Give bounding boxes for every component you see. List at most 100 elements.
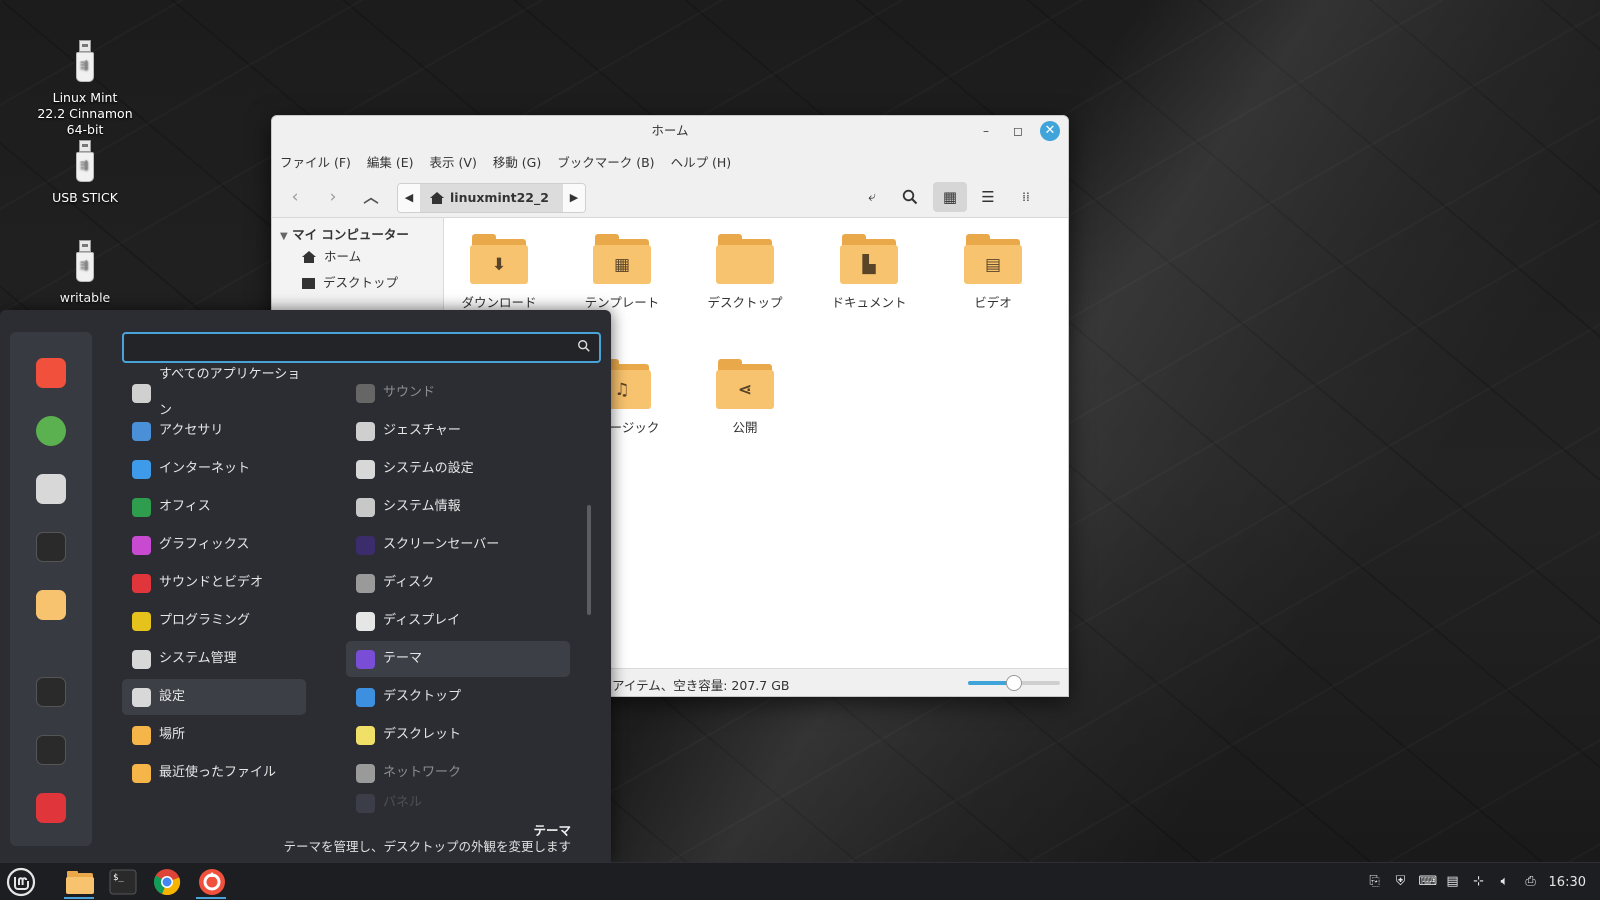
up-button[interactable]: ︿ [356, 183, 386, 211]
favorite-software-manager-icon[interactable] [36, 416, 66, 446]
breadcrumb-label: linuxmint22_2 [450, 190, 549, 205]
search-button[interactable] [893, 182, 927, 212]
terminal-icon: $_ [109, 869, 137, 895]
desktop-icon-writable[interactable]: writable [25, 240, 145, 306]
taskbar-files[interactable] [60, 865, 100, 899]
notes-icon[interactable]: ▤ [1445, 874, 1461, 890]
desklet-note-icon [356, 725, 375, 745]
keyboard-icon[interactable]: ⌨ [1419, 874, 1438, 890]
lock-screen-icon[interactable] [36, 677, 66, 707]
svg-text:$_: $_ [113, 873, 124, 883]
category-label: オフィス [159, 499, 211, 514]
clipboard-icon[interactable]: ⎘ [1367, 874, 1383, 890]
menu-bookmarks[interactable]: ブックマーク (B) [557, 152, 654, 171]
status-text: アイテム、空き容量: 207.7 GB [612, 678, 790, 693]
app-label: ディスク [383, 575, 435, 590]
category-recent-files[interactable]: 最近使ったファイル [122, 755, 306, 791]
category-administration[interactable]: システム管理 [122, 641, 306, 677]
app-display[interactable]: ディスプレイ [346, 603, 570, 639]
linux-mint-logo-icon [6, 867, 36, 897]
back-button[interactable]: ‹ [280, 183, 310, 211]
speaker-icon [356, 383, 375, 403]
breadcrumb-left-arrow[interactable]: ◀ [398, 184, 420, 212]
menu-view[interactable]: 表示 (V) [430, 152, 477, 171]
minimize-button[interactable]: – [976, 121, 996, 141]
shield-icon[interactable]: ⛨ [1393, 874, 1409, 890]
category-office[interactable]: オフィス [122, 489, 306, 525]
app-desktop[interactable]: デスクトップ [346, 679, 570, 715]
zoom-slider-handle[interactable] [1006, 675, 1022, 691]
folder-templates[interactable]: ▦ テンプレート [572, 234, 672, 311]
compact-view-button[interactable]: ⁞⁞ [1009, 182, 1043, 212]
category-settings[interactable]: 設定 [122, 679, 306, 715]
zoom-slider[interactable] [968, 675, 1060, 691]
maximize-button[interactable]: ◻ [1008, 121, 1028, 141]
menu-search-input[interactable] [132, 338, 552, 358]
app-sound[interactable]: サウンド [346, 375, 570, 411]
category-graphics[interactable]: グラフィックス [122, 527, 306, 563]
gear-icon [356, 497, 375, 517]
favorite-files-icon[interactable] [36, 590, 66, 620]
menu-go[interactable]: 移動 (G) [493, 152, 541, 171]
folder-download-icon: ⬇ [470, 234, 528, 284]
close-button[interactable]: ✕ [1040, 121, 1060, 141]
desktop-icon-usb-stick[interactable]: USB STICK [25, 140, 145, 206]
update-manager-icon[interactable]: ⎙ [1523, 874, 1539, 890]
menu-scrollbar[interactable] [587, 505, 591, 615]
forward-button[interactable]: › [318, 183, 348, 211]
volume-icon[interactable]: 🔈︎ [1497, 874, 1513, 890]
taskbar-terminal[interactable]: $_ [104, 865, 142, 899]
toggle-location-entry-icon[interactable]: ⤶ [855, 182, 889, 212]
breadcrumb-right-arrow[interactable]: ▶ [562, 184, 585, 212]
favorite-system-settings-icon[interactable] [36, 474, 66, 504]
app-system-settings[interactable]: システムの設定 [346, 451, 570, 487]
category-all-applications[interactable]: すべてのアプリケーション [122, 367, 306, 418]
menu-file[interactable]: ファイル (F) [280, 152, 351, 171]
category-internet[interactable]: インターネット [122, 451, 306, 487]
sidebar-section-header[interactable]: ▼ マイ コンピューター [272, 218, 443, 244]
folder-videos[interactable]: ▤ ビデオ [943, 234, 1043, 311]
category-places[interactable]: 場所 [122, 717, 306, 753]
app-panel[interactable]: パネル [346, 790, 570, 816]
folder-desktop[interactable]: デスクトップ [695, 234, 795, 311]
menu-button[interactable] [2, 865, 40, 899]
category-label: 設定 [159, 689, 186, 704]
app-disks[interactable]: ディスク [346, 565, 570, 601]
firefox-icon [199, 869, 225, 895]
app-network[interactable]: ネットワーク [346, 755, 570, 791]
taskbar-firefox[interactable] [192, 865, 232, 899]
network-icon[interactable]: ⊹ [1471, 874, 1487, 890]
app-desklets[interactable]: デスクレット [346, 717, 570, 753]
system-tray: ⎘ ⛨ ⌨ ▤ ⊹ 🔈︎ ⎙ 16:30 [1367, 863, 1600, 900]
favorite-firefox-icon[interactable] [36, 358, 66, 388]
favorite-terminal-icon[interactable] [36, 532, 66, 562]
app-gestures[interactable]: ジェスチャー [346, 413, 570, 449]
app-screensaver[interactable]: スクリーンセーバー [346, 527, 570, 563]
sidebar-item-home[interactable]: ホーム [272, 244, 443, 270]
menu-edit[interactable]: 編集 (E) [367, 152, 414, 171]
folder-downloads[interactable]: ⬇ ダウンロード [449, 234, 549, 311]
folder-documents-icon: ▙ [840, 234, 898, 284]
wifi-icon [356, 763, 375, 783]
app-system-info[interactable]: システム情報 [346, 489, 570, 525]
category-programming[interactable]: プログラミング [122, 603, 306, 639]
folder-templates-icon: ▦ [593, 234, 651, 284]
sidebar-item-desktop[interactable]: デスクトップ [272, 270, 443, 296]
folder-documents[interactable]: ▙ ドキュメント [819, 234, 919, 311]
app-themes[interactable]: テーマ [346, 641, 570, 677]
icon-view-button[interactable]: ▦ [933, 182, 967, 212]
taskbar-chrome[interactable] [148, 865, 186, 899]
clock[interactable]: 16:30 [1549, 875, 1586, 890]
category-sound-video[interactable]: サウンドとビデオ [122, 565, 306, 601]
shutdown-icon[interactable] [36, 793, 66, 823]
desktop-screen-icon [356, 687, 375, 707]
graphics-icon [132, 535, 151, 555]
breadcrumb-home[interactable]: linuxmint22_2 [420, 184, 563, 212]
logout-icon[interactable] [36, 735, 66, 765]
list-view-button[interactable]: ☰ [971, 182, 1005, 212]
desktop-icon-install-media[interactable]: Linux Mint 22.2 Cinnamon 64-bit [25, 40, 145, 138]
folder-public[interactable]: ⋖ 公開 [695, 359, 795, 436]
title-bar[interactable]: ホーム – ◻ ✕ [272, 116, 1068, 146]
category-accessories[interactable]: アクセサリ [122, 413, 306, 449]
menu-help[interactable]: ヘルプ (H) [671, 152, 732, 171]
